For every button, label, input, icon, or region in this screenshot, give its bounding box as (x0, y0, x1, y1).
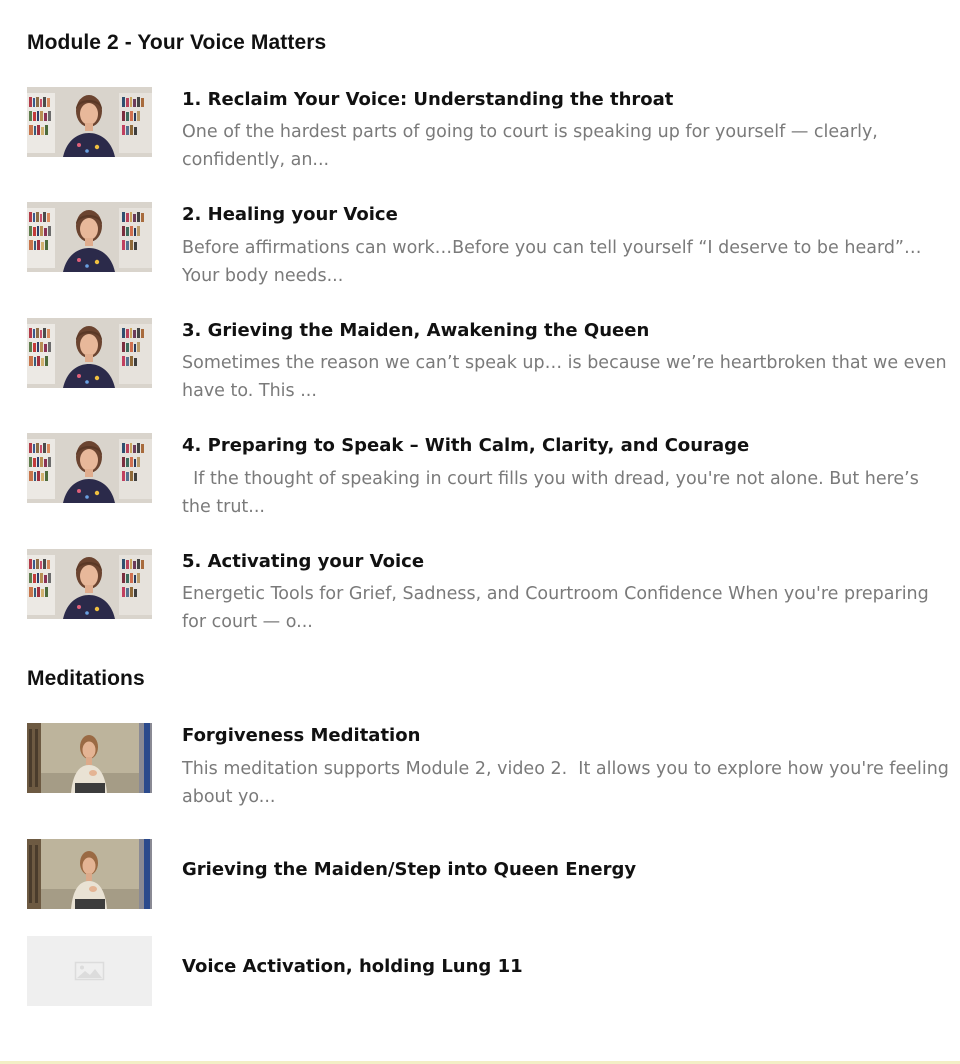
lesson-description: Sometimes the reason we can’t speak up… … (182, 353, 947, 401)
video-thumbnail[interactable] (27, 433, 152, 503)
image-placeholder-thumbnail[interactable] (27, 936, 152, 1006)
video-thumbnail[interactable] (27, 318, 152, 388)
lesson-title[interactable]: 1. Reclaim Your Voice: Understanding the… (182, 88, 673, 112)
lesson-description: This meditation supports Module 2, video… (182, 759, 955, 807)
lesson-title[interactable]: 2. Healing your Voice (182, 203, 398, 227)
lesson-description: One of the hardest parts of going to cou… (182, 122, 878, 170)
lesson-description: Before affirmations can work…Before you … (182, 238, 922, 286)
lesson-title[interactable]: Forgiveness Meditation (182, 724, 420, 748)
video-thumbnail[interactable] (27, 839, 152, 909)
lesson-title[interactable]: Voice Activation, holding Lung 11 (182, 955, 523, 979)
lesson-title[interactable]: Grieving the Maiden/Step into Queen Ener… (182, 858, 636, 882)
video-thumbnail[interactable] (27, 549, 152, 619)
video-thumbnail[interactable] (27, 723, 152, 793)
video-thumbnail[interactable] (27, 87, 152, 157)
lesson-title[interactable]: 5. Activating your Voice (182, 550, 424, 574)
module-section-title: Module 2 - Your Voice Matters (27, 31, 327, 54)
lesson-description: Energetic Tools for Grief, Sadness, and … (182, 584, 929, 632)
lesson-description: If the thought of speaking in court fill… (182, 469, 925, 517)
meditations-section-title: Meditations (27, 667, 145, 690)
video-thumbnail[interactable] (27, 202, 152, 272)
image-placeholder-icon (27, 936, 152, 1006)
lesson-title[interactable]: 3. Grieving the Maiden, Awakening the Qu… (182, 319, 649, 343)
lesson-title[interactable]: 4. Preparing to Speak – With Calm, Clari… (182, 434, 749, 458)
